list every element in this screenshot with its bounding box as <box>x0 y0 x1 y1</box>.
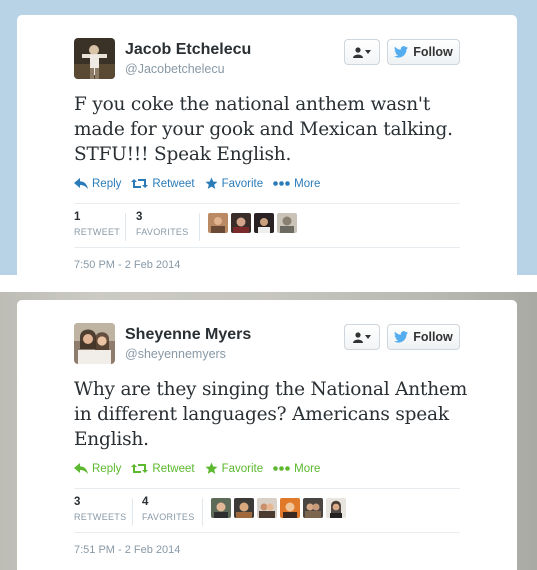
reply-action[interactable]: Reply <box>74 463 121 475</box>
retweet-label: Retweet <box>152 462 195 475</box>
tweet-timestamp[interactable]: 7:50 PM - 2 Feb 2014 <box>74 259 180 271</box>
more-action[interactable]: More <box>273 463 320 475</box>
more-label: More <box>294 177 321 190</box>
favorite-action[interactable]: Favorite <box>205 462 264 475</box>
favoriter-avatar[interactable] <box>326 498 346 518</box>
user-handle[interactable]: @Jacobetchelecu <box>125 62 225 76</box>
favoriter-avatar[interactable] <box>254 213 274 233</box>
follow-label: Follow <box>413 45 453 59</box>
retweet-icon <box>131 179 149 188</box>
follow-label: Follow <box>413 330 453 344</box>
user-handle[interactable]: @sheyennemyers <box>125 347 226 361</box>
user-actions-button[interactable] <box>344 39 380 65</box>
stat-separator <box>132 498 133 526</box>
display-name[interactable]: Sheyenne Myers <box>125 326 251 344</box>
reply-icon <box>74 463 88 474</box>
tweet-stats: 3 RETWEETS 4 FAVORITES <box>74 494 460 534</box>
stat-separator <box>199 213 200 241</box>
favorite-action[interactable]: Favorite <box>205 177 264 190</box>
tweet-card: Sheyenne Myers @sheyennemyers Follow Why… <box>17 300 517 570</box>
star-icon <box>205 462 218 474</box>
display-name[interactable]: Jacob Etchelecu <box>125 41 251 59</box>
retweet-action[interactable]: Retweet <box>131 177 195 190</box>
retweets-label: RETWEETS <box>74 512 127 522</box>
divider <box>74 488 460 489</box>
twitter-bird-icon <box>394 46 409 58</box>
person-icon <box>353 46 363 58</box>
follow-button[interactable]: Follow <box>387 39 460 65</box>
favoriter-avatar[interactable] <box>211 498 231 518</box>
star-icon <box>205 177 218 189</box>
more-label: More <box>294 462 321 475</box>
follow-button[interactable]: Follow <box>387 324 460 350</box>
favoriter-avatar[interactable] <box>303 498 323 518</box>
favoriter-avatar[interactable] <box>257 498 277 518</box>
person-icon <box>353 331 363 343</box>
retweets-label: RETWEET <box>74 227 121 237</box>
favorites-count: 3 <box>136 211 143 223</box>
caret-down-icon <box>365 335 371 339</box>
tweet-text: F you coke the national anthem wasn't ma… <box>74 94 453 165</box>
tweet-timestamp[interactable]: 7:51 PM - 2 Feb 2014 <box>74 544 180 556</box>
stat-separator <box>125 213 126 241</box>
favorite-label: Favorite <box>221 462 264 475</box>
favorites-count: 4 <box>142 496 149 508</box>
tweet-card: Jacob Etchelecu @Jacobetchelecu Follow F… <box>17 15 517 275</box>
favoriter-avatar[interactable] <box>231 213 251 233</box>
favorites-label: FAVORITES <box>136 227 189 237</box>
divider <box>74 247 460 248</box>
reply-action[interactable]: Reply <box>74 178 121 190</box>
reply-icon <box>74 178 88 189</box>
separator-band <box>0 275 537 292</box>
stat-separator <box>202 498 203 526</box>
favoriter-avatar[interactable] <box>277 213 297 233</box>
avatar[interactable] <box>74 38 115 79</box>
favorite-label: Favorite <box>221 177 264 190</box>
favoriter-avatar[interactable] <box>280 498 300 518</box>
avatar[interactable] <box>74 323 115 364</box>
user-actions-button[interactable] <box>344 324 380 350</box>
favoriter-avatars <box>211 498 346 518</box>
tweet-actions: Reply Retweet Favorite More <box>74 177 330 190</box>
tweet-stats: 1 RETWEET 3 FAVORITES <box>74 209 460 249</box>
tweet-actions: Reply Retweet Favorite More <box>74 462 330 475</box>
retweets-count: 1 <box>74 211 81 223</box>
retweet-icon <box>131 464 149 473</box>
reply-label: Reply <box>92 462 122 475</box>
caret-down-icon <box>365 50 371 54</box>
retweet-action[interactable]: Retweet <box>131 462 195 475</box>
twitter-bird-icon <box>394 331 409 343</box>
retweet-label: Retweet <box>152 177 195 190</box>
more-dots-icon <box>273 466 290 471</box>
favoriter-avatar[interactable] <box>208 213 228 233</box>
divider <box>74 203 460 204</box>
favoriter-avatar[interactable] <box>234 498 254 518</box>
more-action[interactable]: More <box>273 178 320 190</box>
more-dots-icon <box>273 181 290 186</box>
favorites-label: FAVORITES <box>142 512 195 522</box>
tweet-text: Why are they singing the National Anthem… <box>74 379 468 450</box>
retweets-count: 3 <box>74 496 81 508</box>
reply-label: Reply <box>92 177 122 190</box>
divider <box>74 532 460 533</box>
favoriter-avatars <box>208 213 297 233</box>
